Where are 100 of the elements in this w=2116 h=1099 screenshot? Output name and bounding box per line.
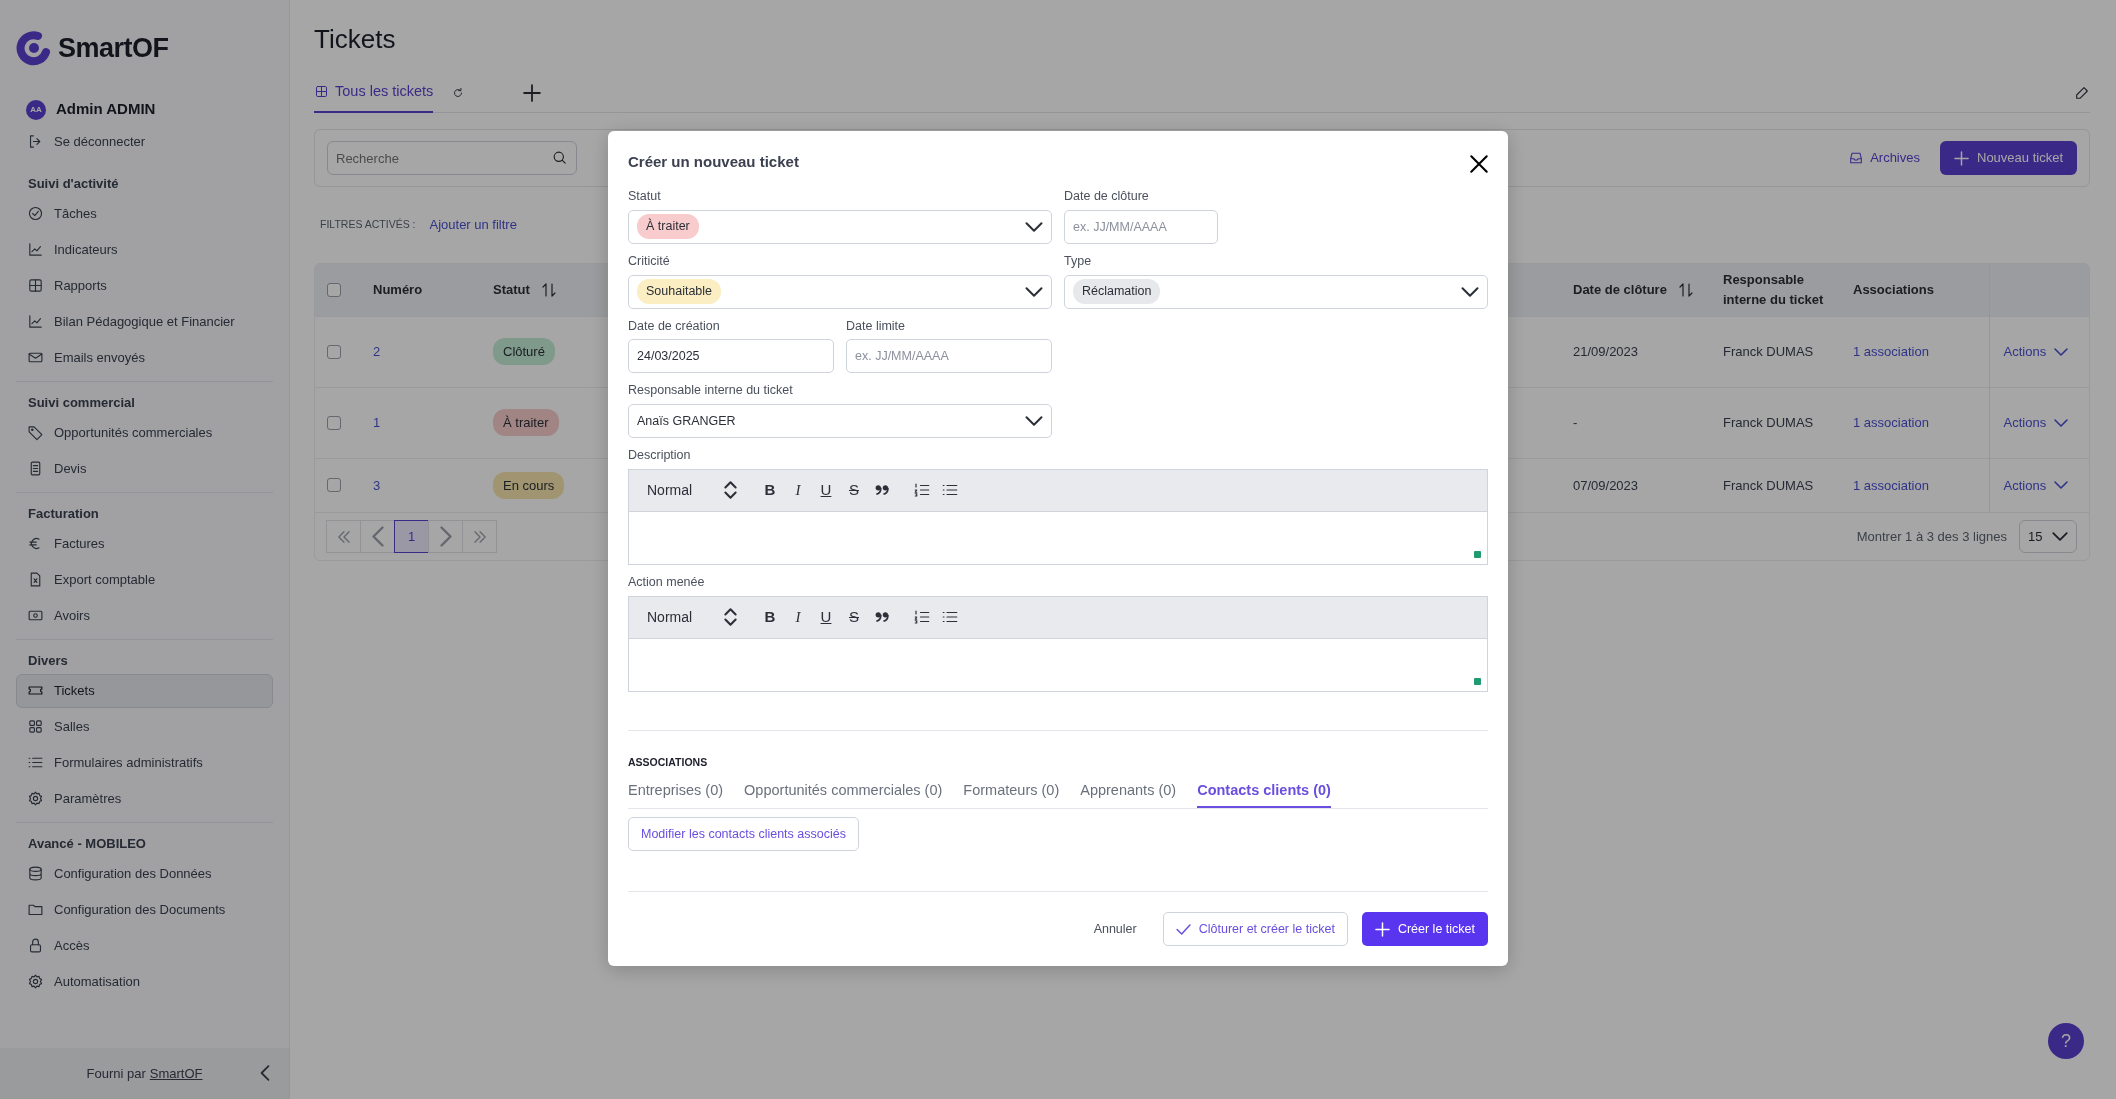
table-icon bbox=[27, 277, 44, 294]
sidebar-item[interactable]: Accès bbox=[16, 928, 273, 963]
logo-text: SmartOF bbox=[58, 32, 169, 65]
row-checkbox[interactable] bbox=[327, 415, 341, 430]
owner-select[interactable]: Anaïs GRANGER bbox=[628, 404, 1052, 438]
table-cell: Franck DUMAS bbox=[1723, 477, 1814, 493]
underline-button[interactable]: U bbox=[817, 607, 835, 627]
plus-icon bbox=[1374, 921, 1390, 937]
italic-button[interactable]: I bbox=[789, 480, 807, 501]
association-link[interactable]: 1 association bbox=[1853, 414, 1929, 430]
section-title: Suivi commercial bbox=[27, 393, 136, 412]
section-title: Divers bbox=[27, 651, 69, 670]
chart-icon bbox=[27, 241, 44, 258]
date-field[interactable]: ex. JJ/MM/AAAA bbox=[1064, 209, 1218, 244]
criticality-select[interactable]: Souhaitable bbox=[628, 274, 1052, 309]
sidebar-item[interactable]: Automatisation bbox=[16, 964, 273, 999]
association-tab[interactable]: Entreprises (0) bbox=[628, 776, 724, 808]
association-tab[interactable]: Apprenants (0) bbox=[1080, 776, 1177, 808]
page-button[interactable]: 1 bbox=[394, 520, 429, 554]
section-title: Facturation bbox=[27, 504, 100, 523]
double-chevron-left-icon bbox=[337, 530, 350, 543]
italic-button[interactable]: I bbox=[789, 607, 807, 627]
association-link[interactable]: 1 association bbox=[1853, 477, 1929, 493]
association-link[interactable]: 1 association bbox=[1853, 343, 1929, 359]
add-filter-link[interactable]: Ajouter un filtre bbox=[429, 215, 517, 235]
sidebar-item[interactable]: Formulaires administratifs bbox=[16, 745, 273, 780]
bold-button[interactable]: B bbox=[761, 480, 779, 501]
sidebar-item[interactable]: Emails envoyés bbox=[16, 340, 273, 375]
sidebar-item[interactable]: Bilan Pédagogique et Financier bbox=[16, 304, 273, 339]
rows-summary: Montrer 1 à 3 des 3 lignes bbox=[1856, 527, 2007, 546]
footer-link[interactable]: SmartOF bbox=[149, 1063, 203, 1084]
updown-icon bbox=[724, 608, 737, 626]
database-icon bbox=[27, 865, 44, 882]
new-ticket-button[interactable]: Nouveau ticket bbox=[1940, 141, 2077, 176]
sidebar-item[interactable]: Tickets bbox=[16, 673, 273, 708]
sidebar-item[interactable]: Avoirs bbox=[16, 598, 273, 633]
table-cell: 07/09/2023 bbox=[1573, 477, 1639, 493]
previous-page-button[interactable] bbox=[360, 520, 395, 554]
ticket-number-link[interactable]: 1 bbox=[373, 414, 381, 430]
strikethrough-button[interactable]: S bbox=[845, 607, 863, 627]
sidebar-item[interactable]: Salles bbox=[16, 709, 273, 744]
sidebar-item[interactable]: Tâches bbox=[16, 196, 273, 231]
search-field[interactable]: Recherche bbox=[327, 141, 577, 176]
table-cell: 21/09/2023 bbox=[1573, 343, 1639, 359]
ticket-number-link[interactable]: 3 bbox=[373, 477, 381, 493]
section-title: Suivi d'activité bbox=[27, 174, 120, 193]
edit-contacts-button[interactable]: Modifier les contacts clients associés bbox=[628, 817, 859, 851]
cancel-button[interactable]: Annuler bbox=[1087, 918, 1143, 940]
actions-dropdown[interactable]: Actions bbox=[2003, 412, 2069, 433]
value-badge: Réclamation bbox=[1073, 279, 1161, 304]
select-all-checkbox[interactable] bbox=[327, 282, 341, 297]
table-cell: Franck DUMAS bbox=[1723, 414, 1814, 430]
date-field[interactable]: 24/03/2025 bbox=[628, 339, 834, 374]
help-button[interactable]: ? bbox=[2048, 1023, 2084, 1059]
sidebar-item[interactable]: Indicateurs bbox=[16, 232, 273, 267]
sidebar-item[interactable]: Configuration des Données bbox=[16, 856, 273, 891]
actions-dropdown[interactable]: Actions bbox=[2003, 341, 2069, 362]
date-field[interactable]: ex. JJ/MM/AAAA bbox=[846, 339, 1052, 374]
status-select[interactable]: À traiter bbox=[628, 209, 1052, 244]
sidebar-item[interactable]: Rapports bbox=[16, 268, 273, 303]
field-label: Date de clôture bbox=[1064, 188, 1150, 205]
underline-button[interactable]: U bbox=[817, 480, 835, 501]
association-tab[interactable]: Opportunités commerciales (0) bbox=[744, 776, 943, 808]
plus-icon bbox=[1954, 150, 1969, 166]
page-title: Tickets bbox=[314, 24, 397, 56]
add-icon[interactable] bbox=[523, 83, 542, 102]
actions-dropdown[interactable]: Actions bbox=[2003, 475, 2069, 496]
sidebar-item[interactable]: Opportunités commerciales bbox=[16, 415, 273, 450]
chevron-right-icon bbox=[439, 526, 452, 548]
strikethrough-button[interactable]: S bbox=[845, 480, 863, 501]
logout-link[interactable]: Se déconnecter bbox=[16, 124, 273, 159]
row-checkbox[interactable] bbox=[327, 344, 341, 359]
sidebar-item[interactable]: Factures bbox=[16, 526, 273, 561]
type-select[interactable]: Réclamation bbox=[1064, 274, 1488, 309]
field-label: Statut bbox=[628, 188, 662, 205]
chevron-down-icon bbox=[1461, 286, 1479, 297]
archives-button[interactable]: Archives bbox=[1842, 147, 1926, 169]
row-checkbox[interactable] bbox=[327, 478, 341, 493]
close-and-create-button[interactable]: Clôturer et créer le ticket bbox=[1162, 912, 1348, 946]
sidebar-item[interactable]: Devis bbox=[16, 451, 273, 486]
edit-icon[interactable] bbox=[2074, 84, 2090, 101]
association-tab[interactable]: Contacts clients (0) bbox=[1197, 776, 1331, 808]
field-label: Action menée bbox=[628, 573, 706, 591]
format-select[interactable]: Normal bbox=[647, 606, 737, 628]
close-icon bbox=[1470, 154, 1488, 173]
sidebar-item[interactable]: Configuration des Documents bbox=[16, 892, 273, 927]
sidebar-item[interactable]: Export comptable bbox=[16, 562, 273, 597]
column-header: Responsable interne du ticket bbox=[1723, 271, 1825, 309]
view-tab[interactable]: Tous les tickets bbox=[314, 72, 434, 113]
ticket-number-link[interactable]: 2 bbox=[373, 343, 381, 359]
user-name: Admin ADMIN bbox=[56, 99, 156, 120]
format-select[interactable]: Normal bbox=[647, 479, 737, 501]
bold-button[interactable]: B bbox=[761, 607, 779, 627]
field-label: Description bbox=[628, 447, 692, 464]
page-size-select[interactable]: 15 bbox=[2019, 520, 2077, 554]
sidebar-item[interactable]: Paramètres bbox=[16, 781, 273, 816]
value-badge: À traiter bbox=[637, 214, 699, 240]
association-tab[interactable]: Formateurs (0) bbox=[963, 776, 1060, 808]
close-button[interactable] bbox=[1470, 153, 1488, 171]
create-button[interactable]: Créer le ticket bbox=[1361, 912, 1488, 946]
